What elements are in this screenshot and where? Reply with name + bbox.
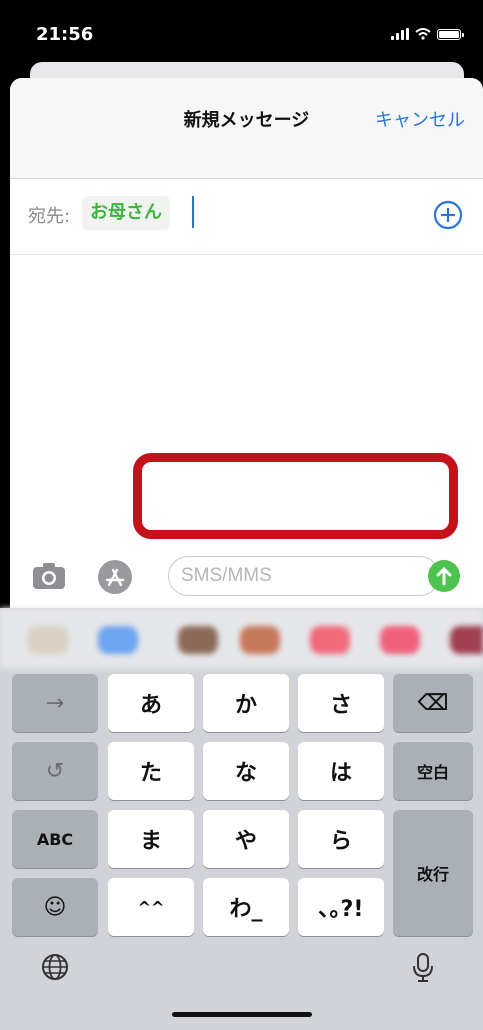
phone-screen: 21:56 新規メッセージ キャンセル 宛先: お母さん SMS/MMS → あ…	[0, 0, 483, 1030]
recipient-chip[interactable]: お母さん	[82, 196, 170, 230]
text-cursor	[192, 196, 194, 228]
home-indicator	[172, 1012, 312, 1017]
app-store-icon[interactable]	[98, 560, 132, 594]
status-icons	[391, 28, 464, 40]
compose-bar	[10, 538, 483, 610]
key-abc[interactable]: ABC	[12, 810, 98, 868]
keyboard: → あ か さ ⌫ ↺ た な は 空白 ABC ま や ら 改行 ☺ ^^ わ…	[0, 608, 483, 1030]
key-delete[interactable]: ⌫	[393, 674, 473, 732]
signal-icon	[391, 28, 409, 40]
message-field[interactable]	[168, 556, 440, 596]
key-return[interactable]: 改行	[393, 810, 473, 936]
status-bar: 21:56	[0, 0, 483, 70]
key-ra[interactable]: ら	[298, 810, 384, 868]
cancel-button[interactable]: キャンセル	[375, 106, 465, 132]
keyboard-bottom-bar	[0, 920, 483, 1030]
status-time: 21:56	[36, 24, 94, 45]
send-arrow-icon	[436, 566, 452, 586]
key-a[interactable]: あ	[108, 674, 194, 732]
wifi-icon	[415, 28, 431, 40]
key-undo[interactable]: ↺	[12, 742, 98, 800]
key-ha[interactable]: は	[298, 742, 384, 800]
key-ka[interactable]: か	[203, 674, 289, 732]
add-contact-icon[interactable]	[433, 200, 463, 230]
key-sa[interactable]: さ	[298, 674, 384, 732]
key-ta[interactable]: た	[108, 742, 194, 800]
to-field[interactable]: 宛先: お母さん	[10, 178, 483, 255]
send-button[interactable]	[428, 560, 460, 592]
key-na[interactable]: な	[203, 742, 289, 800]
app-drawer-row[interactable]	[0, 608, 483, 668]
to-label: 宛先:	[28, 206, 71, 227]
battery-icon	[437, 28, 464, 40]
navigation-bar: 新規メッセージ キャンセル	[10, 78, 483, 179]
camera-icon[interactable]	[32, 562, 66, 590]
message-input[interactable]	[181, 557, 411, 594]
key-arrow[interactable]: →	[12, 674, 98, 732]
key-space[interactable]: 空白	[393, 742, 473, 800]
key-ya[interactable]: や	[203, 810, 289, 868]
key-ma[interactable]: ま	[108, 810, 194, 868]
globe-icon[interactable]	[40, 952, 70, 982]
microphone-icon[interactable]	[408, 952, 438, 982]
